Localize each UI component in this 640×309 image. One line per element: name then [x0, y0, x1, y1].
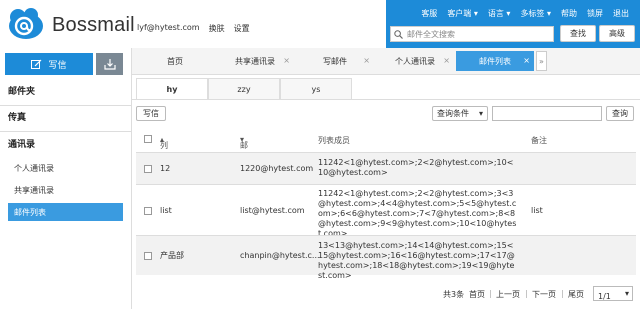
bossmail-logo-icon [9, 8, 43, 39]
brand-name: Bossmail [52, 14, 135, 36]
pager-separator: | [489, 289, 492, 298]
user-email: lyf@hytest.com [137, 23, 200, 32]
table-row[interactable]: 12 1220@hytest.com 11242<1@hytest.com>;2… [136, 152, 636, 184]
header-members: 列表成员 [318, 136, 350, 145]
main-panel: 首页 共享通讯录 × 写邮件 × 个人通讯录 × 邮件列表 × » hy zzy ys … [131, 48, 640, 309]
compose-button[interactable]: 写信 [5, 53, 93, 75]
query-input[interactable] [492, 106, 602, 121]
filter-select[interactable]: 查询条件 ▾ [432, 106, 488, 121]
search-button[interactable]: 查找 [560, 25, 596, 42]
search-placeholder: 邮件全文搜索 [407, 29, 455, 39]
table-header: 列表名 ▴ 邮件列表 ▾ 列表成员 备注 [136, 130, 636, 183]
top-bar: 客服 客户端 ▾ 语言 ▾ 多标签 ▾ 帮助 锁屏 退出 邮件全文搜索 查找 高… [386, 0, 640, 48]
tab-compose[interactable]: 写邮件 × [296, 51, 374, 71]
pager-separator: | [561, 289, 564, 298]
contact-subtabs: hy zzy ys [136, 78, 352, 100]
row-checkbox[interactable] [144, 252, 152, 260]
row-members: 13<13@hytest.com>;14<14@hytest.com>;15<1… [318, 241, 515, 280]
query-button[interactable]: 查询 [606, 106, 634, 121]
nav-multitab[interactable]: 多标签 ▾ [515, 8, 556, 19]
tab-mail-list-label: 邮件列表 [479, 56, 511, 66]
subtab-ys[interactable]: ys [280, 78, 352, 100]
tab-home[interactable]: 首页 [136, 51, 214, 71]
close-icon[interactable]: × [443, 56, 450, 65]
nav-language-label: 语言 [487, 9, 504, 18]
filter-select-label: 查询条件 [437, 109, 469, 118]
pager-total: 共3条 [443, 290, 465, 299]
row-list-name: 12 [160, 164, 171, 173]
table-row[interactable]: 产品部 chanpin@hytest.c... 13<13@hytest.com… [136, 235, 636, 280]
tab-expand-icon[interactable]: » [536, 51, 547, 71]
nav-client[interactable]: 客户端 ▾ [442, 8, 483, 19]
nav-multitab-label: 多标签 [520, 9, 545, 18]
nav-service[interactable]: 客服 [416, 8, 442, 19]
sidebar-item-shared-contacts[interactable]: 共享通讯录 [8, 181, 123, 199]
nav-help[interactable]: 帮助 [556, 8, 582, 19]
header: Bossmail lyf@hytest.com 换肤 设置 客服 客户端 ▾ 语… [0, 0, 640, 48]
tab-mail-list[interactable]: 邮件列表 × [456, 51, 534, 71]
select-all-checkbox[interactable] [144, 135, 152, 143]
settings-link[interactable]: 设置 [234, 23, 250, 34]
sidebar-item-mail-list[interactable]: 邮件列表 [8, 203, 123, 221]
row-checkbox[interactable] [144, 207, 152, 215]
sidebar-item-personal-contacts[interactable]: 个人通讯录 [8, 159, 123, 177]
row-list-name: list [160, 206, 172, 215]
search-input[interactable]: 邮件全文搜索 [390, 26, 554, 42]
sidebar: 写信 邮件夹 传真 通讯录 个人通讯录 共享通讯录 邮件列表 [0, 48, 131, 309]
tab-shared-contacts[interactable]: 共享通讯录 × [216, 51, 294, 71]
compose-icon [31, 59, 42, 69]
top-nav: 客服 客户端 ▾ 语言 ▾ 多标签 ▾ 帮助 锁屏 退出 [416, 8, 634, 19]
row-mail-list: list@hytest.com [240, 206, 305, 215]
header-mail-list[interactable]: 邮件列表 ▾ [240, 135, 248, 183]
mail-folder-section[interactable]: 邮件夹 [0, 84, 131, 106]
inbox-download-icon [103, 59, 116, 70]
table-row[interactable]: list list@hytest.com 11242<1@hytest.com>… [136, 184, 636, 238]
skin-link[interactable]: 换肤 [209, 23, 225, 34]
chevron-down-icon: ▾ [478, 109, 483, 118]
row-members: 11242<1@hytest.com>;2<2@hytest.com>;3<3@… [318, 189, 517, 238]
tab-compose-label: 写邮件 [323, 56, 347, 66]
row-checkbox[interactable] [144, 165, 152, 173]
pager-first[interactable]: 首页 [469, 289, 485, 300]
tab-personal-contacts-label: 个人通讯录 [395, 56, 435, 66]
nav-logout[interactable]: 退出 [608, 8, 634, 19]
page-select[interactable]: 1/1 ▾ [593, 286, 633, 301]
close-icon[interactable]: × [283, 56, 290, 65]
row-mail-list: chanpin@hytest.c... [240, 251, 320, 260]
receive-button[interactable] [96, 53, 123, 75]
contacts-section[interactable]: 通讯录 [0, 137, 131, 157]
page-select-label: 1/1 [598, 292, 611, 301]
pager-next[interactable]: 下一页 [532, 289, 556, 300]
pager-prev[interactable]: 上一页 [496, 289, 520, 300]
subtab-hy[interactable]: hy [136, 78, 208, 100]
advanced-search-button[interactable]: 高级 [599, 25, 635, 42]
subtab-zzy[interactable]: zzy [208, 78, 280, 100]
tab-bar: 首页 共享通讯录 × 写邮件 × 个人通讯录 × 邮件列表 × » [132, 48, 640, 75]
write-button[interactable]: 写信 [136, 106, 166, 121]
row-members: 11242<1@hytest.com>;2<2@hytest.com>;10<1… [318, 158, 514, 177]
fax-section[interactable]: 传真 [0, 110, 131, 132]
search-icon [394, 29, 403, 39]
header-note: 备注 [531, 136, 547, 145]
close-icon[interactable]: × [363, 56, 370, 65]
nav-client-label: 客户端 [447, 9, 472, 18]
row-list-name: 产品部 [160, 251, 184, 260]
pagination: 共3条 首页 | 上一页 | 下一页 | 尾页 1/1 ▾ [132, 284, 640, 304]
divider [132, 99, 640, 100]
row-mail-list: 1220@hytest.com [240, 164, 314, 173]
pager-separator: | [525, 289, 528, 298]
tab-shared-contacts-label: 共享通讯录 [235, 56, 275, 66]
chevron-down-icon: ▾ [624, 289, 629, 298]
tab-personal-contacts[interactable]: 个人通讯录 × [376, 51, 454, 71]
pager-last[interactable]: 尾页 [568, 289, 584, 300]
tab-home-label: 首页 [167, 56, 183, 66]
compose-label: 写信 [48, 60, 67, 71]
close-icon[interactable]: × [523, 56, 530, 65]
row-note: list [531, 206, 543, 215]
header-list-name[interactable]: 列表名 ▴ [160, 135, 168, 172]
nav-lock[interactable]: 锁屏 [582, 8, 608, 19]
nav-language[interactable]: 语言 ▾ [483, 8, 516, 19]
